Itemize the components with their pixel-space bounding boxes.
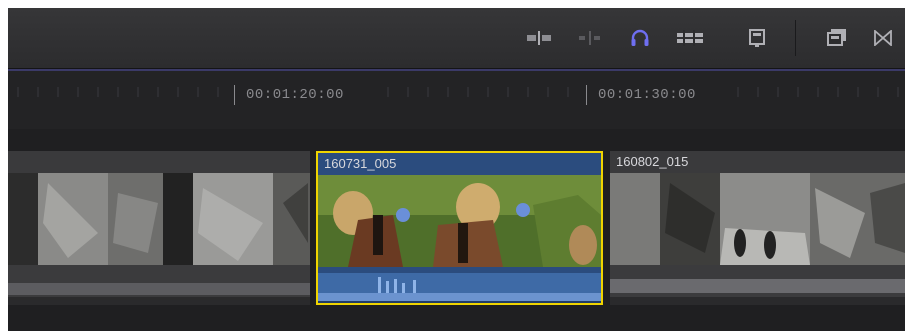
ruler-timecode: 00:01:20:00 <box>246 87 344 103</box>
clip-name: 160731_005 <box>324 156 397 171</box>
timeline-track-area[interactable]: 160731_005 160802_015 <box>8 129 905 331</box>
ruler-timecode: 00:01:30:00 <box>598 87 696 103</box>
timeline-window: 00:01:20:00 00:01:30:00 160731_005 16080… <box>8 8 905 331</box>
effects-browser-icon[interactable] <box>823 25 851 51</box>
clip-audio-waveform <box>8 265 310 305</box>
timeline-toolbar <box>8 8 905 69</box>
ruler-ticks <box>17 87 899 97</box>
clip-audio-waveform <box>610 265 905 305</box>
timecode-marker <box>586 85 587 105</box>
selected-timeline-clip[interactable]: 160731_005 <box>316 151 603 305</box>
clip-header: 160731_005 <box>318 153 601 175</box>
clip-filmstrip <box>318 175 601 267</box>
toolbar-divider <box>795 20 796 56</box>
timecode-marker <box>234 85 235 105</box>
transitions-browser-icon[interactable] <box>869 25 897 51</box>
timeline-clip[interactable]: 160802_015 <box>610 151 905 305</box>
clip-filmstrip <box>610 173 905 265</box>
trim-icon[interactable] <box>576 25 604 51</box>
clip-filmstrip <box>8 173 310 265</box>
clip-header <box>8 151 310 173</box>
clip-name: 160802_015 <box>616 154 689 169</box>
split-clip-icon[interactable] <box>525 25 553 51</box>
clip-header: 160802_015 <box>610 151 905 173</box>
clip-appearance-icon[interactable] <box>676 25 704 51</box>
clip-audio-waveform <box>318 267 601 303</box>
headphones-icon[interactable] <box>626 25 654 51</box>
inspector-icon[interactable] <box>743 25 771 51</box>
timeline-clip[interactable] <box>8 151 310 305</box>
timeline-ruler[interactable]: 00:01:20:00 00:01:30:00 <box>8 69 905 129</box>
screenshot-frame: 00:01:20:00 00:01:30:00 160731_005 16080… <box>0 0 905 331</box>
